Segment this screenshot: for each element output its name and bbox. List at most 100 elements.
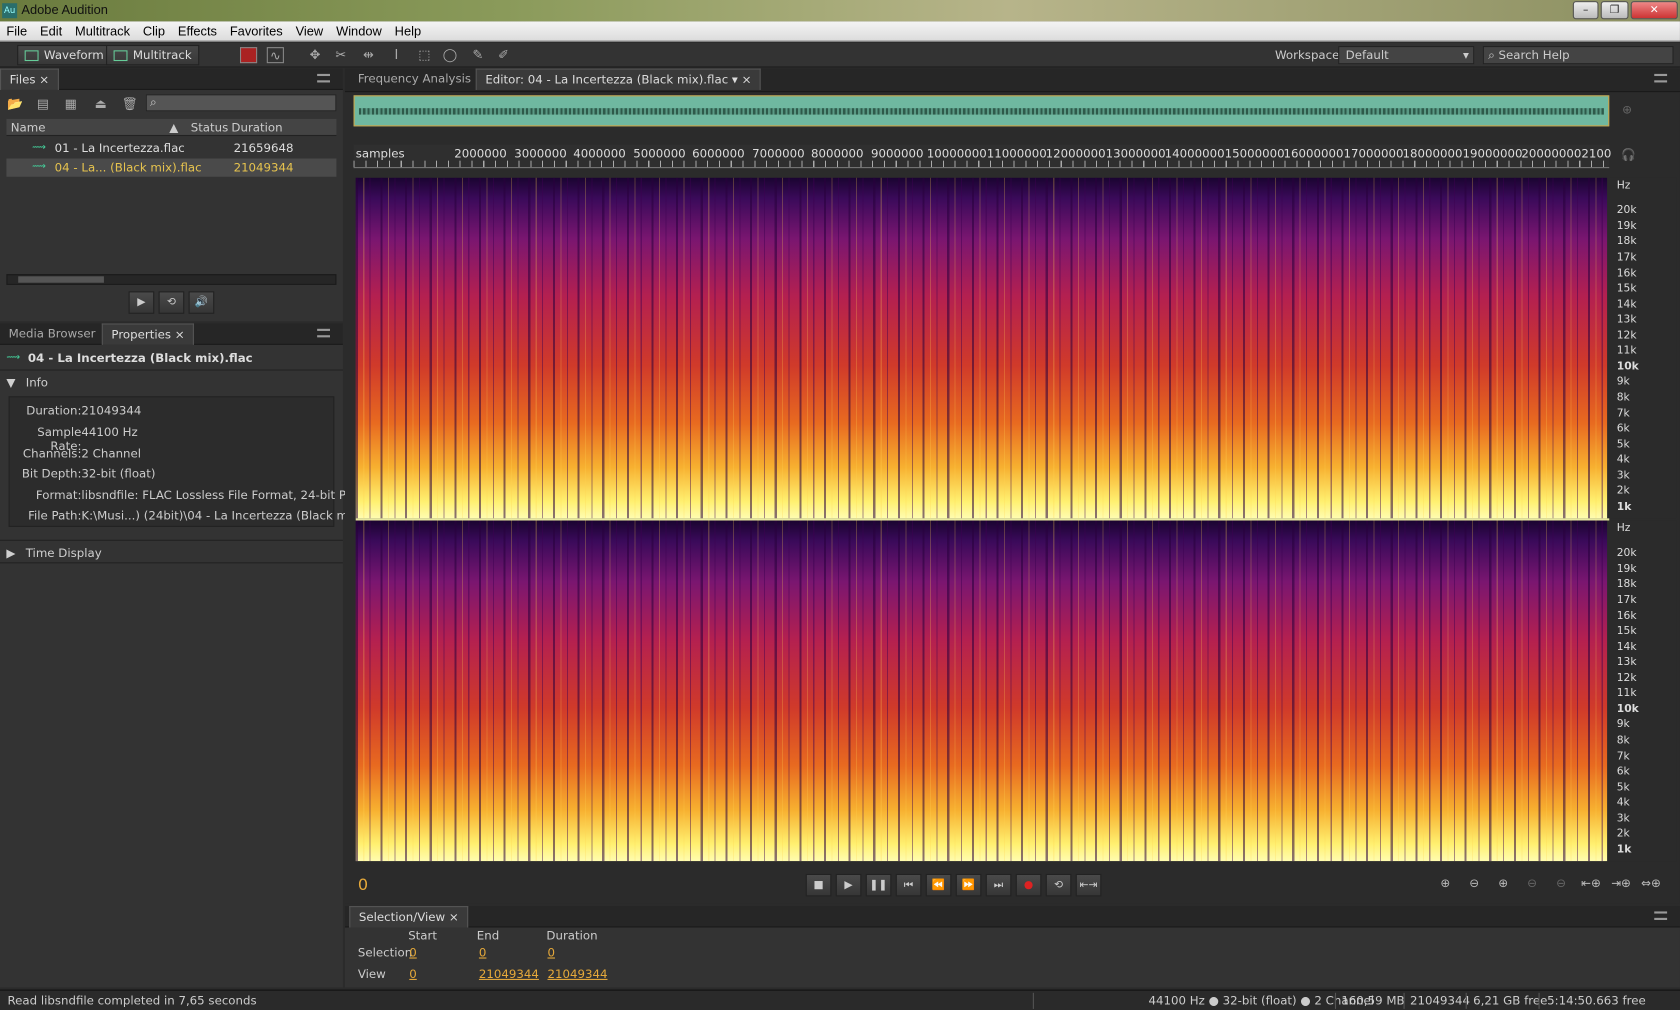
lasso-icon[interactable]: ◯: [441, 47, 458, 63]
loop-preview-button[interactable]: ⟲: [158, 291, 185, 314]
slip-tool-icon[interactable]: ⇹: [360, 47, 377, 63]
rewind-button[interactable]: ⏪: [925, 873, 952, 897]
time-selection-icon[interactable]: I: [388, 47, 405, 63]
razor-tool-icon[interactable]: ✂: [332, 47, 349, 63]
close-button[interactable]: ✕: [1630, 1, 1678, 20]
skip-selection-button[interactable]: ⇤⇥: [1075, 873, 1102, 897]
stop-button[interactable]: ■: [805, 873, 832, 897]
selection-start[interactable]: 0: [409, 946, 416, 960]
delete-icon[interactable]: 🗑: [121, 96, 138, 112]
tab-frequency-analysis[interactable]: Frequency Analysis: [349, 69, 479, 90]
search-help-input[interactable]: ⌕ Search Help: [1482, 46, 1674, 65]
current-time: 0: [357, 875, 369, 895]
panel-menu-icon[interactable]: [317, 73, 330, 83]
panel-menu-icon[interactable]: [1654, 911, 1668, 920]
open-file-icon[interactable]: 📂: [6, 96, 23, 112]
waveform-button[interactable]: Waveform: [17, 44, 112, 66]
skip-previous-button[interactable]: ⏮: [895, 873, 922, 897]
tab-files[interactable]: Files ×: [0, 68, 59, 90]
close-icon[interactable]: ×: [742, 73, 752, 87]
chevron-down-icon[interactable]: ▾: [732, 73, 738, 87]
tab-properties[interactable]: Properties ×: [101, 323, 195, 345]
fast-forward-button[interactable]: ⏩: [955, 873, 982, 897]
selection-end[interactable]: 0: [479, 946, 486, 960]
frequency-view-icon[interactable]: ∿: [266, 47, 284, 64]
insert-icon[interactable]: ⏏: [92, 96, 109, 112]
zoom-out-amplitude-icon[interactable]: ⊖: [1462, 876, 1486, 895]
zoom-out-full-icon[interactable]: ⊖: [1549, 876, 1573, 895]
menu-clip[interactable]: Clip: [136, 21, 171, 40]
spectrogram-channel-left[interactable]: [355, 177, 1608, 519]
file-row[interactable]: ⟿ 04 - La... (Black mix).flac 21049344: [6, 158, 337, 177]
horizontal-scrollbar[interactable]: [6, 274, 337, 285]
spectrogram-channel-right[interactable]: [355, 520, 1608, 862]
zoom-out-point-icon[interactable]: ⇥⊕: [1609, 876, 1633, 895]
move-tool-icon[interactable]: ✥: [306, 47, 323, 63]
tab-media-browser[interactable]: Media Browser: [0, 323, 104, 344]
zoom-selection-icon[interactable]: ⇔⊕: [1639, 876, 1663, 895]
autoplay-button[interactable]: 🔊: [188, 291, 215, 314]
col-duration[interactable]: Duration: [231, 121, 282, 135]
status-format: 44100 Hz ● 32-bit (float) ● 2 Channel: [1148, 993, 1375, 1008]
zoom-in-point-icon[interactable]: ⇤⊕: [1579, 876, 1603, 895]
headphone-icon[interactable]: 🎧: [1621, 148, 1636, 162]
file-row[interactable]: ⟿ 01 - La Incertezza.flac 21659648: [6, 139, 336, 157]
minimize-button[interactable]: –: [1572, 1, 1599, 20]
chevron-right-icon: ▶: [6, 546, 16, 561]
skip-next-button[interactable]: ⏭: [985, 873, 1012, 897]
multitrack-button[interactable]: Multitrack: [106, 44, 200, 66]
close-icon[interactable]: ×: [449, 910, 459, 924]
menu-window[interactable]: Window: [330, 21, 389, 40]
close-icon[interactable]: ×: [175, 328, 185, 342]
waveform-icon: [24, 50, 39, 62]
menu-file[interactable]: File: [0, 21, 34, 40]
panel-menu-icon[interactable]: [317, 328, 330, 338]
marquee-icon[interactable]: ⬚: [416, 47, 433, 63]
channel-divider: [355, 518, 1610, 521]
zoom-in-time-icon[interactable]: ⊕: [1491, 876, 1515, 895]
zoom-in-amplitude-icon[interactable]: ⊕: [1434, 876, 1458, 895]
transport-bar: 0 ■ ▶ ❚❚ ⏮ ⏪ ⏩ ⏭ ● ⟲ ⇤⇥ ⊕ ⊖ ⊕ ⊖ ⊖ ⇤⊕ ⇥⊕ …: [345, 870, 1680, 900]
overview-waveform[interactable]: [353, 95, 1610, 127]
menu-view[interactable]: View: [289, 21, 329, 40]
menu-effects[interactable]: Effects: [171, 21, 223, 40]
info-channels: 2 Channel: [81, 446, 142, 461]
play-button[interactable]: ▶: [835, 873, 862, 897]
status-time-free: 5:14:50.663 free: [1547, 993, 1646, 1008]
view-end[interactable]: 21049344: [479, 967, 539, 981]
files-header: Name ▲ Status Duration: [6, 118, 337, 137]
search-icon: ⌕: [149, 95, 157, 110]
menu-help[interactable]: Help: [388, 21, 427, 40]
healing-icon[interactable]: ✐: [495, 47, 512, 63]
zoom-icon[interactable]: ⊕: [1622, 103, 1632, 117]
tab-selection-view[interactable]: Selection/View ×: [349, 906, 469, 928]
time-ruler[interactable]: samples 2000000 3000000 4000000 5000000 …: [353, 144, 1611, 169]
menu-multitrack[interactable]: Multitrack: [69, 21, 137, 40]
play-preview-button[interactable]: ▶: [128, 291, 155, 314]
col-status[interactable]: Status: [191, 121, 229, 135]
col-name[interactable]: Name: [11, 121, 46, 135]
waveform-icon: ⟿: [32, 161, 46, 173]
view-duration[interactable]: 21049344: [547, 967, 607, 981]
tab-editor[interactable]: Editor: 04 - La Incertezza (Black mix).f…: [475, 68, 762, 90]
selection-duration[interactable]: 0: [547, 946, 554, 960]
brush-icon[interactable]: ✎: [469, 47, 486, 63]
view-start[interactable]: 0: [409, 967, 416, 981]
new-file-icon[interactable]: ▦: [62, 96, 79, 112]
restore-button[interactable]: ❐: [1600, 1, 1629, 20]
menu-favorites[interactable]: Favorites: [223, 21, 289, 40]
workspace-select[interactable]: Default ▾: [1338, 46, 1475, 65]
files-search-input[interactable]: ⌕: [145, 94, 337, 112]
spectral-view-icon[interactable]: [239, 47, 258, 64]
zoom-out-time-icon[interactable]: ⊖: [1520, 876, 1544, 895]
import-icon[interactable]: ▤: [34, 96, 51, 112]
time-display-section-header[interactable]: ▶ Time Display: [0, 539, 343, 564]
menu-edit[interactable]: Edit: [34, 21, 69, 40]
loop-button[interactable]: ⟲: [1045, 873, 1072, 897]
close-icon[interactable]: ×: [39, 73, 49, 87]
status-samples: 21049344: [1409, 993, 1470, 1008]
panel-menu-icon[interactable]: [1654, 73, 1668, 83]
record-button[interactable]: ●: [1015, 873, 1042, 897]
info-section-header[interactable]: ▼ Info: [0, 371, 343, 395]
pause-button[interactable]: ❚❚: [865, 873, 892, 897]
